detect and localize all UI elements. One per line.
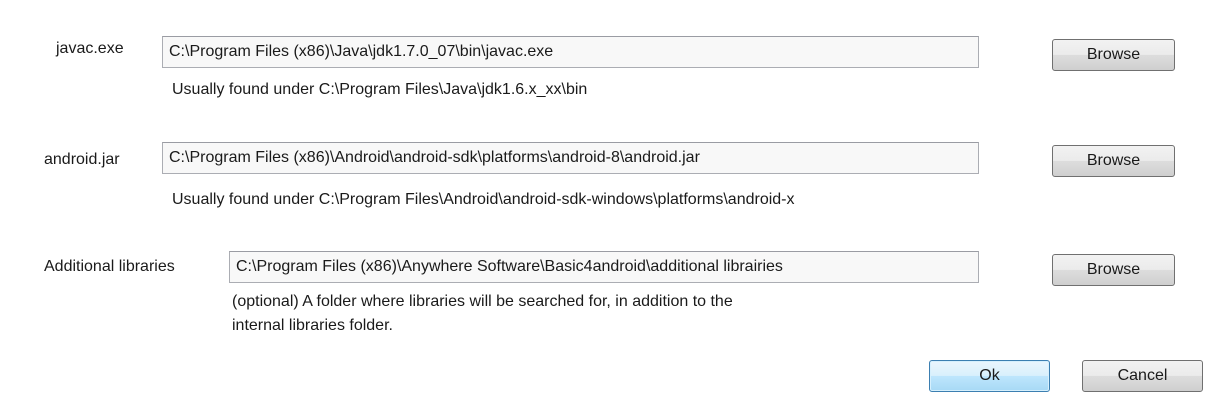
javac-label: javac.exe xyxy=(56,40,124,57)
ok-button[interactable]: Ok xyxy=(929,360,1050,392)
javac-path-field[interactable]: C:\Program Files (x86)\Java\jdk1.7.0_07\… xyxy=(162,36,979,68)
additional-libraries-label: Additional libraries xyxy=(44,258,175,275)
additional-libraries-hint-line-1: (optional) A folder where libraries will… xyxy=(232,293,733,310)
android-jar-path-field[interactable]: C:\Program Files (x86)\Android\android-s… xyxy=(162,142,979,174)
android-jar-hint: Usually found under C:\Program Files\And… xyxy=(172,191,795,208)
android-jar-browse-button[interactable]: Browse xyxy=(1052,145,1175,177)
cancel-button[interactable]: Cancel xyxy=(1082,360,1203,392)
additional-libraries-browse-button[interactable]: Browse xyxy=(1052,254,1175,286)
paths-configuration-dialog: javac.exe C:\Program Files (x86)\Java\jd… xyxy=(0,0,1209,405)
additional-libraries-hint-line-2: internal libraries folder. xyxy=(232,317,393,334)
javac-browse-button[interactable]: Browse xyxy=(1052,39,1175,71)
additional-libraries-path-field[interactable]: C:\Program Files (x86)\Anywhere Software… xyxy=(229,251,979,283)
javac-hint: Usually found under C:\Program Files\Jav… xyxy=(172,81,588,98)
android-jar-label: android.jar xyxy=(44,151,120,168)
